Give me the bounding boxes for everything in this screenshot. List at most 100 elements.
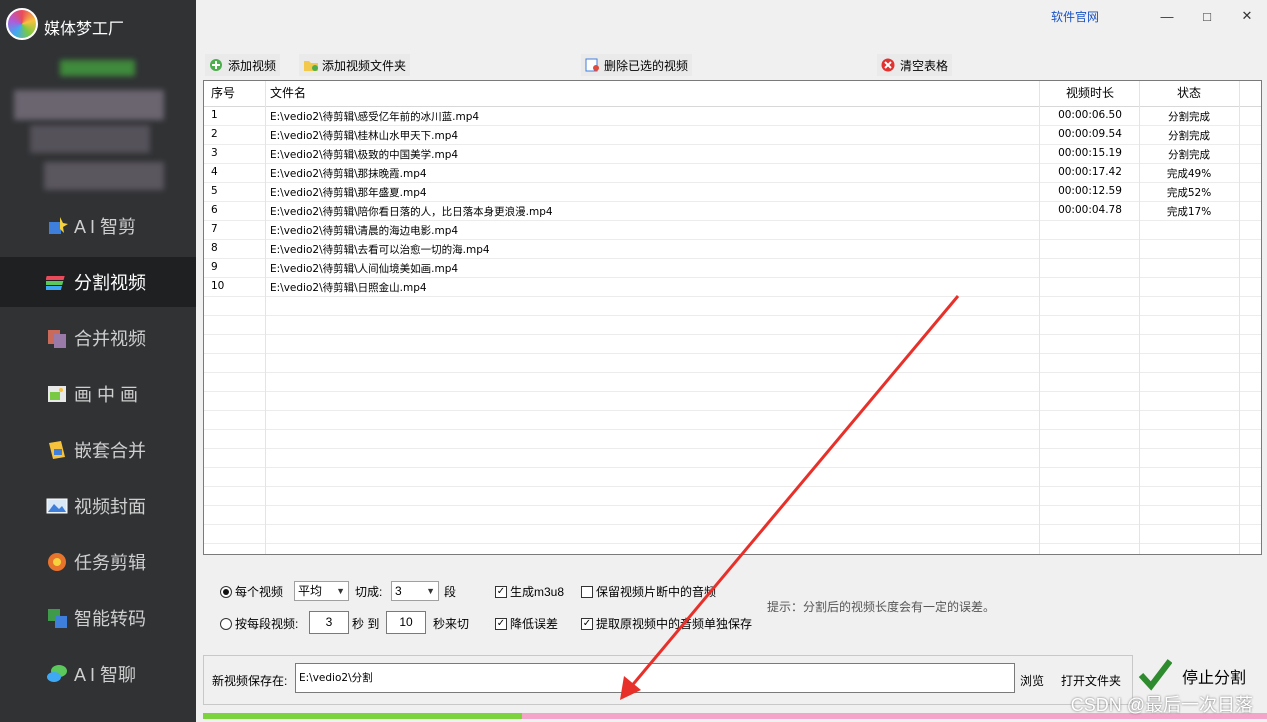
nav-item-merge-video[interactable]: 合并视频 xyxy=(0,313,196,363)
table-row[interactable]: 1 E:\vedio2\待剪辑\感受亿年前的冰川蓝.mp4 00:00:06.50 分… xyxy=(204,106,1261,125)
segments-select[interactable]: 3 ▼ xyxy=(391,581,439,601)
add-icon xyxy=(209,58,223,72)
smart-transcode-icon xyxy=(46,607,68,629)
stop-split-label: 停止分割 xyxy=(1182,670,1247,687)
app-title: 媒体梦工厂 xyxy=(44,21,125,38)
keep-audio-checkbox[interactable]: 保留视频片断中的音频 xyxy=(581,583,716,600)
checkbox-checked: ✓ xyxy=(581,617,593,630)
row-status: 分割完成 xyxy=(1168,149,1210,161)
row-duration: 00:00:15.19 xyxy=(1058,147,1122,159)
close-button[interactable]: ✕ xyxy=(1227,8,1267,24)
row-duration: 00:00:09.54 xyxy=(1058,128,1122,140)
per-video-label: 每个视频 xyxy=(235,585,284,599)
per-segment-radio[interactable]: 按每段视频: xyxy=(220,615,298,632)
row-number: 8 xyxy=(211,242,218,254)
video-cover-icon xyxy=(46,495,68,517)
nav-label: 画 中 画 xyxy=(74,385,139,405)
browse-button[interactable]: 浏览 xyxy=(1020,672,1044,689)
save-path-input[interactable]: E:\vedio2\分割 xyxy=(295,663,1015,693)
row-status: 完成17% xyxy=(1166,206,1212,218)
chevron-down-icon: ▼ xyxy=(336,586,345,596)
table-row[interactable]: 10 E:\vedio2\待剪辑\日照金山.mp4 xyxy=(204,277,1261,296)
row-filename: E:\vedio2\待剪辑\那年盛夏.mp4 xyxy=(270,187,427,199)
nav-item-picture-in-picture[interactable]: 画 中 画 xyxy=(0,369,196,419)
nav-label: 合并视频 xyxy=(74,329,146,349)
clear-table-button[interactable]: 清空表格 xyxy=(877,54,953,76)
official-site-link[interactable]: 软件官网 xyxy=(1051,8,1099,25)
delete-selected-button[interactable]: 删除已选的视频 xyxy=(581,54,693,76)
add-video-button[interactable]: 添加视频 xyxy=(205,54,281,76)
file-table[interactable]: 序号 文件名 视频时长 状态 1 E:\vedio2\待剪辑\感受亿年前的冰川蓝.… xyxy=(203,80,1262,555)
task-edit-icon xyxy=(46,551,68,573)
reduce-error-checkbox[interactable]: ✓ 降低误差 xyxy=(495,615,558,632)
row-number: 7 xyxy=(211,223,218,235)
table-row[interactable]: 7 E:\vedio2\待剪辑\清晨的海边电影.mp4 xyxy=(204,220,1261,239)
row-filename: E:\vedio2\待剪辑\桂林山水甲天下.mp4 xyxy=(270,130,459,142)
row-status: 分割完成 xyxy=(1168,111,1210,123)
table-row[interactable]: 3 E:\vedio2\待剪辑\极致的中国美学.mp4 00:00:15.19 分割完… xyxy=(204,144,1261,163)
row-filename: E:\vedio2\待剪辑\人间仙境美如画.mp4 xyxy=(270,263,459,275)
nav-item-task-edit[interactable]: 任务剪辑 xyxy=(0,537,196,587)
blurred-user-info xyxy=(30,125,150,153)
nav-item-smart-transcode[interactable]: 智能转码 xyxy=(0,593,196,643)
row-number: 1 xyxy=(211,109,218,121)
add-folder-label: 添加视频文件夹 xyxy=(322,58,407,73)
radio-selected xyxy=(220,585,232,598)
to-seconds-input[interactable]: 10 xyxy=(386,611,426,634)
nest-merge-icon xyxy=(46,439,68,461)
header-duration[interactable]: 视频时长 xyxy=(1040,81,1140,106)
keep-audio-label: 保留视频片断中的音频 xyxy=(596,585,717,599)
checkbox-checked: ✓ xyxy=(495,585,507,598)
blurred-avatar-area xyxy=(60,60,135,76)
nav-item-ai-chat[interactable]: A I 智聊 xyxy=(0,649,196,699)
row-status: 完成52% xyxy=(1166,187,1212,199)
row-filename: E:\vedio2\待剪辑\那抹晚霞.mp4 xyxy=(270,168,427,180)
from-seconds-input[interactable]: 3 xyxy=(309,611,349,634)
cut-label: 切成: xyxy=(355,585,383,599)
row-duration: 00:00:04.78 xyxy=(1058,204,1122,216)
header-no[interactable]: 序号 xyxy=(211,81,235,106)
nav-label: 视频封面 xyxy=(74,497,146,517)
nav-item-video-cover[interactable]: 视频封面 xyxy=(0,481,196,531)
row-filename: E:\vedio2\待剪辑\极致的中国美学.mp4 xyxy=(270,149,459,161)
nav-label: 嵌套合并 xyxy=(74,441,146,461)
maximize-button[interactable]: □ xyxy=(1187,9,1227,24)
row-number: 4 xyxy=(211,166,218,178)
nav-item-split-video[interactable]: 分割视频 xyxy=(0,257,196,307)
blurred-user-detail xyxy=(44,162,164,190)
ai-edit-icon xyxy=(46,215,68,237)
open-folder-button[interactable]: 打开文件夹 xyxy=(1061,672,1121,689)
clear-icon xyxy=(881,58,895,72)
add-folder-button[interactable]: 添加视频文件夹 xyxy=(299,54,411,76)
segments-unit: 段 xyxy=(444,585,457,599)
radio-unselected xyxy=(220,617,232,630)
nav-item-ai-edit[interactable]: A I 智剪 xyxy=(0,201,196,251)
minimize-button[interactable]: — xyxy=(1147,9,1187,24)
table-row[interactable]: 4 E:\vedio2\待剪辑\那抹晚霞.mp4 00:00:17.42 完成49% xyxy=(204,163,1261,182)
gen-m3u8-checkbox[interactable]: ✓ 生成m3u8 xyxy=(495,583,564,600)
checkbox-checked: ✓ xyxy=(495,617,507,630)
table-row[interactable]: 6 E:\vedio2\待剪辑\陪你看日落的人，比日落本身更浪漫.mp4 00:00… xyxy=(204,201,1261,220)
header-status[interactable]: 状态 xyxy=(1140,81,1238,106)
gen-m3u8-label: 生成m3u8 xyxy=(510,585,565,599)
nav-label: A I 智聊 xyxy=(74,665,137,685)
table-row[interactable]: 5 E:\vedio2\待剪辑\那年盛夏.mp4 00:00:12.59 完成52% xyxy=(204,182,1261,201)
row-filename: E:\vedio2\待剪辑\陪你看日落的人，比日落本身更浪漫.mp4 xyxy=(270,206,553,218)
clear-table-label: 清空表格 xyxy=(900,58,949,73)
extract-audio-checkbox[interactable]: ✓ 提取原视频中的音频单独保存 xyxy=(581,615,752,632)
watermark: CSDN @最后一次日落 xyxy=(1070,695,1253,715)
folder-add-icon xyxy=(303,58,318,72)
segments-value: 3 xyxy=(395,584,402,598)
ai-chat-icon xyxy=(46,663,68,685)
row-status: 完成49% xyxy=(1166,168,1212,180)
merge-video-icon xyxy=(46,327,68,349)
per-segment-label: 按每段视频: xyxy=(235,617,299,631)
table-row[interactable]: 8 E:\vedio2\待剪辑\去看可以治愈一切的海.mp4 xyxy=(204,239,1261,258)
mode-select[interactable]: 平均 ▼ xyxy=(294,581,349,601)
header-filename[interactable]: 文件名 xyxy=(270,81,306,106)
table-row[interactable]: 2 E:\vedio2\待剪辑\桂林山水甲天下.mp4 00:00:09.54 分割完… xyxy=(204,125,1261,144)
nav-label: A I 智剪 xyxy=(74,217,137,237)
per-video-radio[interactable]: 每个视频 xyxy=(220,583,283,600)
nav-item-nest-merge[interactable]: 嵌套合并 xyxy=(0,425,196,475)
table-row[interactable]: 9 E:\vedio2\待剪辑\人间仙境美如画.mp4 xyxy=(204,258,1261,277)
